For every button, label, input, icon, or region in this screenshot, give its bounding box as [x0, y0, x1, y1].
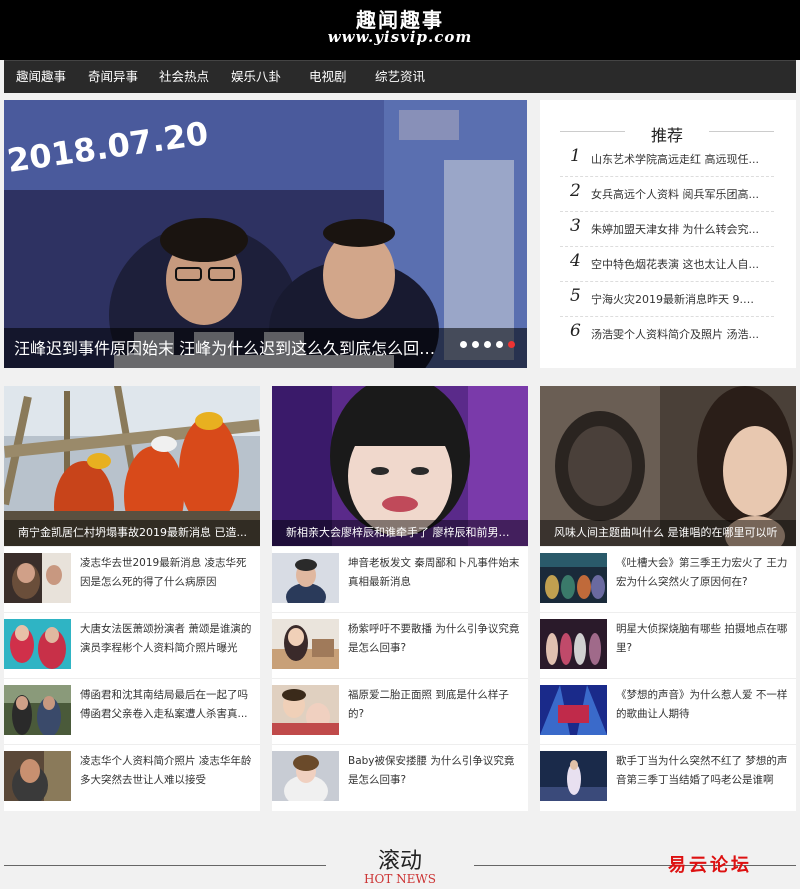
news-thumbnail[interactable]: [540, 619, 607, 669]
news-item[interactable]: 《梦想的声音》为什么惹人爱 不一样的歌曲让人期待: [540, 678, 796, 744]
recommend-header: 推荐: [560, 122, 774, 145]
rank-number: 1: [570, 146, 581, 166]
feature-title[interactable]: 新相亲大会廖梓辰和谁牵手了 廖梓辰和前男友...: [286, 524, 516, 540]
news-thumbnail[interactable]: [4, 685, 71, 735]
news-thumbnail[interactable]: [4, 553, 71, 603]
news-thumbnail[interactable]: [272, 751, 339, 801]
news-title[interactable]: 傅函君和沈其南结局最后在一起了吗 傅函君父亲卷入走私案遭人杀害真...: [80, 686, 256, 726]
recommend-link[interactable]: 女兵高远个人资料 阅兵军乐团高...: [591, 186, 759, 202]
nav-item-quwen[interactable]: 趣闻趣事: [16, 61, 66, 94]
section-subtitle: HOT NEWS: [364, 872, 436, 886]
section-title: 滚动: [377, 849, 422, 874]
feature-card[interactable]: 新相亲大会廖梓辰和谁牵手了 廖梓辰和前男友...: [272, 386, 528, 546]
rank-number: 2: [570, 181, 581, 201]
divider-line: [4, 865, 326, 866]
feature-card[interactable]: 风味人间主题曲叫什么 是谁唱的在哪里可以听: [540, 386, 796, 546]
recommend-panel: 推荐 1 山东艺术学院高远走红 高远现任... 2 女兵高远个人资料 阅兵军乐团…: [540, 100, 796, 368]
news-thumbnail[interactable]: [540, 751, 607, 801]
main-nav: 趣闻趣事 奇闻异事 社会热点 娱乐八卦 电视剧 综艺资讯: [4, 60, 796, 93]
news-thumbnail[interactable]: [540, 553, 607, 603]
feature-title[interactable]: 南宁金凯居仁村坍塌事故2019最新消息 已造...: [18, 524, 248, 540]
news-thumbnail[interactable]: [4, 619, 71, 669]
divider-line: [709, 131, 774, 132]
recommend-item[interactable]: 2 女兵高远个人资料 阅兵军乐团高...: [560, 177, 774, 212]
news-title[interactable]: 《吐槽大会》第三季王力宏火了 王力宏为什么突然火了原因何在?: [616, 554, 792, 594]
news-title[interactable]: Baby被保安搂腰 为什么引争议究竟是怎么回事?: [348, 752, 524, 792]
nav-item-zongyi[interactable]: 综艺资讯: [375, 61, 425, 94]
news-item[interactable]: 凌志华个人资料简介照片 凌志华年龄多大突然去世让人难以接受: [4, 744, 260, 810]
news-column-2: 新相亲大会廖梓辰和谁牵手了 廖梓辰和前男友... 坤音老板发文 秦周鄙和卜凡事件…: [272, 386, 528, 811]
news-thumbnail[interactable]: [272, 619, 339, 669]
recommend-item[interactable]: 4 空中特色烟花表演 这也太让人自...: [560, 247, 774, 282]
rank-number: 6: [570, 321, 581, 341]
slider-dot[interactable]: [484, 341, 491, 348]
news-column-1: 南宁金凯居仁村坍塌事故2019最新消息 已造... 凌志华去世2019最新消息 …: [4, 386, 260, 811]
recommend-link[interactable]: 汤浩雯个人资料简介及照片 汤浩...: [591, 326, 759, 342]
slider-dot-active[interactable]: [508, 341, 515, 348]
nav-item-tv[interactable]: 电视剧: [309, 61, 347, 94]
news-item[interactable]: 明星大侦探烧脑有哪些 拍摄地点在哪里?: [540, 612, 796, 678]
slider-dot[interactable]: [496, 341, 503, 348]
news-item[interactable]: 凌志华去世2019最新消息 凌志华死因是怎么死的得了什么病原因: [4, 546, 260, 612]
nav-item-qiwen[interactable]: 奇闻异事: [88, 61, 138, 94]
recommend-link[interactable]: 空中特色烟花表演 这也太让人自...: [591, 256, 759, 272]
news-column-3: 风味人间主题曲叫什么 是谁唱的在哪里可以听 《吐槽大会》第三季王力宏火了 王力宏…: [540, 386, 796, 811]
hero-title[interactable]: 汪峰迟到事件原因始末 汪峰为什么迟到这么久到底怎么回事？: [14, 335, 444, 359]
news-item[interactable]: 《吐槽大会》第三季王力宏火了 王力宏为什么突然火了原因何在?: [540, 546, 796, 612]
recommend-item[interactable]: 6 汤浩雯个人资料简介及照片 汤浩...: [560, 317, 774, 352]
news-thumbnail[interactable]: [540, 685, 607, 735]
hero-slider[interactable]: 2018.07.20 汪峰迟到事件原因始末 汪峰为什么迟到这么久到底怎么回事？: [4, 100, 527, 368]
rank-number: 4: [570, 251, 581, 271]
news-item[interactable]: 大唐女法医萧颂扮演者 萧颂是谁演的演员李程彬个人资料简介照片曝光: [4, 612, 260, 678]
news-item[interactable]: 傅函君和沈其南结局最后在一起了吗 傅函君父亲卷入走私案遭人杀害真...: [4, 678, 260, 744]
recommend-link[interactable]: 宁海火灾2019最新消息昨天 9.29...: [591, 291, 759, 307]
watermark: 易云论坛: [668, 855, 752, 876]
recommend-item[interactable]: 3 朱婷加盟天津女排 为什么转会究...: [560, 212, 774, 247]
news-item[interactable]: 福原爱二胎正面照 到底是什么样子的?: [272, 678, 528, 744]
news-item[interactable]: 杨紫呼吁不要散播 为什么引争议究竟是怎么回事?: [272, 612, 528, 678]
recommend-link[interactable]: 山东艺术学院高远走红 高远现任...: [591, 151, 759, 167]
recommend-item[interactable]: 5 宁海火灾2019最新消息昨天 9.29...: [560, 282, 774, 317]
feature-card[interactable]: 南宁金凯居仁村坍塌事故2019最新消息 已造...: [4, 386, 260, 546]
news-thumbnail[interactable]: [272, 685, 339, 735]
news-title[interactable]: 凌志华去世2019最新消息 凌志华死因是怎么死的得了什么病原因: [80, 554, 256, 594]
news-thumbnail[interactable]: [272, 553, 339, 603]
nav-item-shehui[interactable]: 社会热点: [159, 61, 209, 94]
divider-line: [560, 131, 625, 132]
site-header: 趣闻趣事 www.yisvip.com: [0, 0, 800, 60]
rank-number: 5: [570, 286, 581, 306]
news-item[interactable]: Baby被保安搂腰 为什么引争议究竟是怎么回事?: [272, 744, 528, 810]
rank-number: 3: [570, 216, 581, 236]
slider-dot[interactable]: [460, 341, 467, 348]
recommend-item[interactable]: 1 山东艺术学院高远走红 高远现任...: [560, 142, 774, 177]
news-title[interactable]: 凌志华个人资料简介照片 凌志华年龄多大突然去世让人难以接受: [80, 752, 256, 792]
news-title[interactable]: 《梦想的声音》为什么惹人爱 不一样的歌曲让人期待: [616, 686, 792, 726]
news-thumbnail[interactable]: [4, 751, 71, 801]
news-item[interactable]: 坤音老板发文 秦周鄙和卜凡事件始末真相最新消息: [272, 546, 528, 612]
news-item[interactable]: 歌手丁当为什么突然不红了 梦想的声音第三季丁当结婚了吗老公是谁啊: [540, 744, 796, 810]
news-title[interactable]: 明星大侦探烧脑有哪些 拍摄地点在哪里?: [616, 620, 792, 660]
news-title[interactable]: 福原爱二胎正面照 到底是什么样子的?: [348, 686, 524, 726]
news-title[interactable]: 大唐女法医萧颂扮演者 萧颂是谁演的演员李程彬个人资料简介照片曝光: [80, 620, 256, 660]
nav-item-yule[interactable]: 娱乐八卦: [231, 61, 281, 94]
news-title[interactable]: 坤音老板发文 秦周鄙和卜凡事件始末真相最新消息: [348, 554, 524, 594]
slider-dot[interactable]: [472, 341, 479, 348]
feature-title[interactable]: 风味人间主题曲叫什么 是谁唱的在哪里可以听: [554, 524, 784, 540]
slider-dots: [455, 333, 515, 352]
site-url[interactable]: www.yisvip.com: [0, 28, 800, 46]
news-title[interactable]: 歌手丁当为什么突然不红了 梦想的声音第三季丁当结婚了吗老公是谁啊: [616, 752, 792, 792]
news-title[interactable]: 杨紫呼吁不要散播 为什么引争议究竟是怎么回事?: [348, 620, 524, 660]
recommend-link[interactable]: 朱婷加盟天津女排 为什么转会究...: [591, 221, 759, 237]
